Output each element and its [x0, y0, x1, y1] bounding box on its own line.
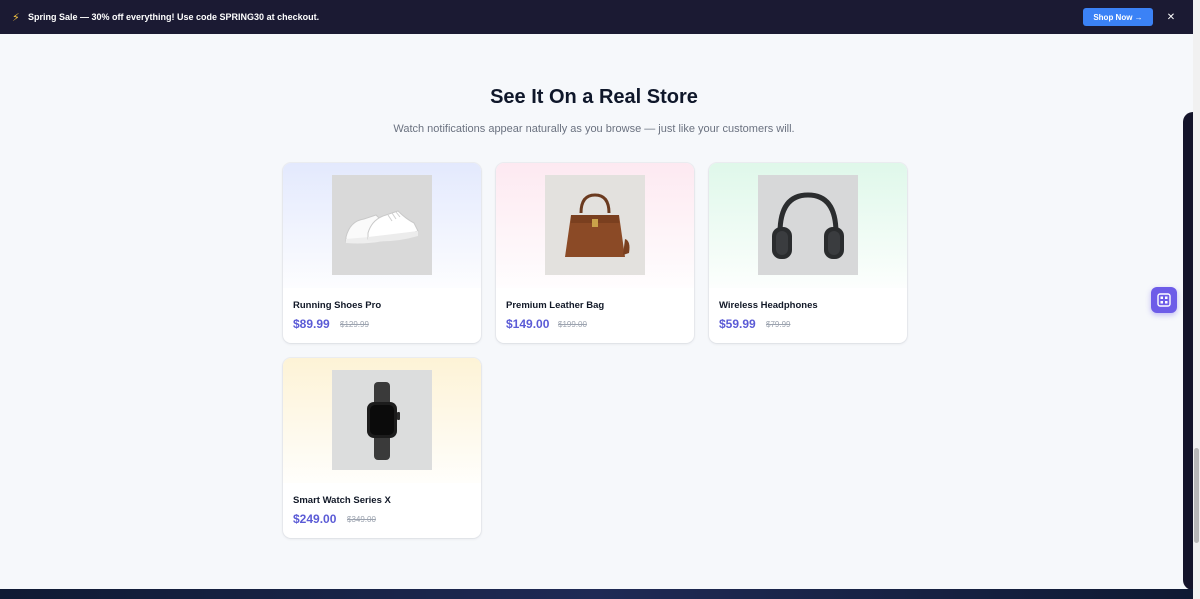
- grid-icon: [1157, 293, 1171, 307]
- product-old-price: $199.00: [558, 320, 587, 329]
- sparkle-icon: ⚡: [12, 11, 20, 24]
- scrollbar-thumb[interactable]: [1194, 448, 1199, 543]
- scrollbar[interactable]: [1193, 0, 1200, 599]
- product-price: $59.99: [719, 317, 756, 331]
- sneakers-image: [332, 175, 432, 275]
- section-title: See It On a Real Store: [490, 86, 698, 108]
- product-price: $89.99: [293, 317, 330, 331]
- product-old-price: $349.00: [347, 515, 376, 524]
- product-name: Premium Leather Bag: [506, 300, 605, 311]
- product-name: Running Shoes Pro: [293, 300, 382, 311]
- headphones-image: [758, 175, 858, 275]
- side-panel-edge[interactable]: [1183, 112, 1193, 590]
- product-card-running-shoes[interactable]: Running Shoes Pro $89.99 $129.99: [283, 163, 481, 343]
- footer: [0, 589, 1193, 599]
- shop-now-button[interactable]: Shop Now →: [1083, 8, 1153, 26]
- demo-store-section: See It On a Real Store Watch notificatio…: [0, 34, 1188, 589]
- section-subtitle: Watch notifications appear naturally as …: [393, 123, 795, 135]
- product-price: $149.00: [506, 317, 550, 331]
- promo-text: Spring Sale — 30% off everything! Use co…: [28, 12, 320, 22]
- product-old-price: $79.99: [766, 320, 791, 329]
- promo-banner: ⚡ Spring Sale — 30% off everything! Use …: [0, 0, 1200, 34]
- notification-widget-button[interactable]: [1151, 287, 1177, 313]
- leather-bag-image: [545, 175, 645, 275]
- smartwatch-image: [332, 370, 432, 470]
- product-price: $249.00: [293, 512, 337, 526]
- product-card-wireless-headphones[interactable]: Wireless Headphones $59.99 $79.99: [709, 163, 907, 343]
- product-card-smartwatch[interactable]: Smart Watch Series X $249.00 $349.00: [283, 358, 481, 538]
- product-card-leather-bag[interactable]: Premium Leather Bag $149.00 $199.00: [496, 163, 694, 343]
- product-old-price: $129.99: [340, 320, 369, 329]
- product-name: Wireless Headphones: [719, 300, 818, 311]
- product-name: Smart Watch Series X: [293, 495, 391, 506]
- close-icon[interactable]: ✕: [1163, 9, 1179, 25]
